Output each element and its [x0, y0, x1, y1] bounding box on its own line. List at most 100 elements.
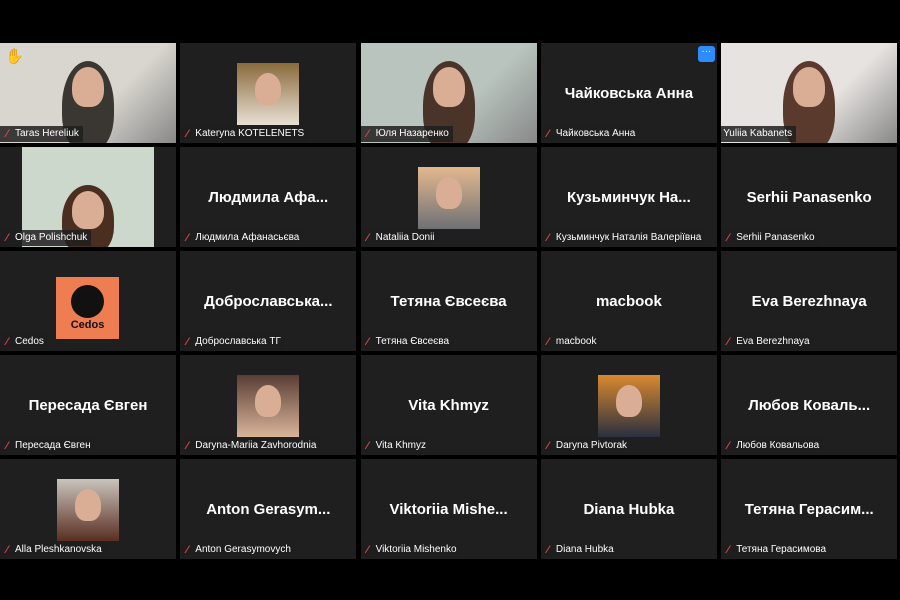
mic-muted-icon: ⁄: [6, 440, 8, 452]
participant-name-label: ⁄ Пересада Євген: [0, 438, 95, 454]
participant-name: Юля Назаренко: [375, 128, 449, 139]
mic-muted-icon: ⁄: [6, 128, 8, 140]
participant-name: Nataliia Donii: [375, 232, 435, 243]
participant-name-label: ⁄ Kateryna KOTELENETS: [180, 126, 309, 142]
participant-name-label: ⁄ Чайковська Анна: [540, 126, 640, 142]
participant-name: Daryna-Mariia Zavhorodnia: [195, 440, 317, 451]
participant-display-name: Любов Коваль...: [748, 397, 871, 414]
person-face: [255, 385, 282, 417]
participant-name: Кузьминчук Наталія Валеріївна: [555, 232, 702, 243]
participant-display-name: Anton Gerasym...: [206, 501, 331, 518]
participant-tile[interactable]: ⁄ Юля Назаренко: [360, 43, 537, 143]
person-face: [793, 67, 826, 107]
participant-name: Yuliia Kabanets: [723, 128, 793, 139]
participant-tile[interactable]: ⁄ Daryna-Mariia Zavhorodnia: [180, 355, 357, 455]
participant-name-label: ⁄ macbook: [540, 334, 601, 350]
participant-tile[interactable]: ⁄ Olga Polishchuk: [0, 147, 176, 247]
participant-tile[interactable]: Чайковська Анна ··· ⁄ Чайковська Анна: [540, 43, 717, 143]
participant-name: Пересада Євген: [15, 440, 91, 451]
participant-tile[interactable]: ⁄ Alla Pleshkanovska: [0, 459, 176, 559]
participant-name: Eva Berezhnaya: [736, 336, 810, 347]
mic-muted-icon: ⁄: [186, 440, 189, 452]
participant-name-label: ⁄ Тетяна Герасимова: [721, 542, 831, 558]
mic-muted-icon: ⁄: [366, 336, 369, 348]
participant-name-label: ⁄ Nataliia Donii: [360, 230, 439, 246]
participant-name: Cedos: [15, 336, 44, 347]
participant-name: Vita Khmyz: [375, 440, 426, 451]
participant-tile[interactable]: ✋ ⁄ Taras Hereliuk: [0, 43, 176, 143]
participant-name-label: ⁄ Viktoriia Mishenko: [360, 542, 461, 558]
participant-name-label: ⁄ Alla Pleshkanovska: [0, 542, 106, 558]
participant-tile[interactable]: ⁄ Kateryna KOTELENETS: [180, 43, 357, 143]
participant-name: Доброславська ТГ: [195, 336, 281, 347]
participant-tile[interactable]: Кузьминчук На... ⁄ Кузьминчук Наталія Вале…: [540, 147, 717, 247]
participant-tile[interactable]: Viktoriia Mishe... ⁄ Viktoriia Mishenko: [360, 459, 537, 559]
participant-tile[interactable]: Eva Berezhnaya ⁄ Eva Berezhnaya: [721, 251, 898, 351]
more-options-button[interactable]: ···: [697, 46, 715, 62]
participant-tile[interactable]: Любов Коваль... ⁄ Любов Ковальова: [721, 355, 898, 455]
mic-muted-icon: ⁄: [186, 232, 189, 244]
participant-name-label: ⁄ Taras Hereliuk: [0, 126, 83, 142]
participant-tile[interactable]: Доброславська... ⁄ Доброславська ТГ: [180, 251, 357, 351]
participant-name-label: ⁄ Daryna-Mariia Zavhorodnia: [180, 438, 321, 454]
participant-display-name: Людмила Афа...: [208, 189, 329, 206]
mic-muted-icon: ⁄: [6, 232, 8, 244]
raised-hand-icon: ✋: [5, 48, 24, 65]
participant-avatar: [237, 63, 300, 125]
mic-muted-icon: ⁄: [727, 544, 730, 556]
mic-muted-icon: ⁄: [366, 544, 369, 556]
mic-muted-icon: ⁄: [6, 544, 8, 556]
person-face: [72, 191, 104, 229]
participant-tile[interactable]: Serhii Panasenko ⁄ Serhii Panasenko: [721, 147, 898, 247]
participant-name-label: ⁄ Тетяна Євсеєва: [360, 334, 454, 350]
participant-name-label: ⁄ Доброславська ТГ: [180, 334, 285, 350]
participant-tile[interactable]: Yuliia Kabanets: [721, 43, 898, 143]
participant-name: Daryna Pivtorak: [555, 440, 628, 451]
participant-name-label: ⁄ Eva Berezhnaya: [721, 334, 814, 350]
participant-name: Тетяна Герасимова: [736, 544, 827, 555]
participant-name: Olga Polishchuk: [15, 232, 88, 243]
mic-muted-icon: ⁄: [366, 128, 369, 140]
mic-muted-icon: ⁄: [186, 128, 189, 140]
participant-display-name: Eva Berezhnaya: [751, 293, 867, 310]
participant-name: Тетяна Євсеєва: [375, 336, 450, 347]
participant-tile[interactable]: Anton Gerasym... ⁄ Anton Gerasymovych: [180, 459, 357, 559]
participant-name-label: ⁄ Olga Polishchuk: [0, 230, 92, 246]
participant-name-label: Yuliia Kabanets: [721, 126, 797, 142]
person-face: [72, 67, 104, 107]
participant-name: Любов Ковальова: [736, 440, 820, 451]
participant-name-label: ⁄ Людмила Афанасьєва: [180, 230, 304, 246]
participant-tile[interactable]: Тетяна Герасим... ⁄ Тетяна Герасимова: [721, 459, 898, 559]
participant-name: Anton Gerasymovych: [195, 544, 291, 555]
participant-name: Людмила Афанасьєва: [195, 232, 300, 243]
mic-muted-icon: ⁄: [546, 128, 549, 140]
participant-avatar: [57, 479, 119, 541]
gallery-view: ✋ ⁄ Taras Hereliuk ⁄ Kateryna KOTELENETS ⁄ Юля…: [0, 43, 898, 559]
participant-tile[interactable]: Diana Hubka ⁄ Diana Hubka: [540, 459, 717, 559]
participant-tile[interactable]: ⁄ Nataliia Donii: [360, 147, 537, 247]
participant-name-label: ⁄ Cedos: [0, 334, 48, 350]
logo-circle: [71, 285, 104, 318]
participant-display-name: Тетяна Євсеєва: [390, 293, 507, 310]
participant-display-name: Тетяна Герасим...: [744, 501, 874, 518]
person-face: [432, 67, 465, 107]
mic-muted-icon: ⁄: [727, 440, 730, 452]
participant-tile[interactable]: Тетяна Євсеєва ⁄ Тетяна Євсеєва: [360, 251, 537, 351]
logo-text: Cedos: [70, 319, 105, 331]
mic-muted-icon: ⁄: [546, 336, 549, 348]
participant-name: Kateryna KOTELENETS: [195, 128, 305, 139]
participant-name: Чайковська Анна: [555, 128, 636, 139]
participant-name: Diana Hubka: [555, 544, 614, 555]
participant-tile[interactable]: Пересада Євген ⁄ Пересада Євген: [0, 355, 176, 455]
mic-muted-icon: ⁄: [186, 544, 189, 556]
participant-avatar: [417, 167, 480, 229]
participant-tile[interactable]: macbook ⁄ macbook: [540, 251, 717, 351]
participant-tile[interactable]: Cedos ⁄ Cedos: [0, 251, 176, 351]
participant-tile[interactable]: Vita Khmyz ⁄ Vita Khmyz: [360, 355, 537, 455]
mic-muted-icon: ⁄: [727, 232, 730, 244]
participant-name: Alla Pleshkanovska: [15, 544, 102, 555]
participant-display-name: Пересада Євген: [28, 397, 148, 414]
participant-tile[interactable]: Людмила Афа... ⁄ Людмила Афанасьєва: [180, 147, 357, 247]
participant-tile[interactable]: ⁄ Daryna Pivtorak: [540, 355, 717, 455]
mic-muted-icon: ⁄: [366, 440, 369, 452]
